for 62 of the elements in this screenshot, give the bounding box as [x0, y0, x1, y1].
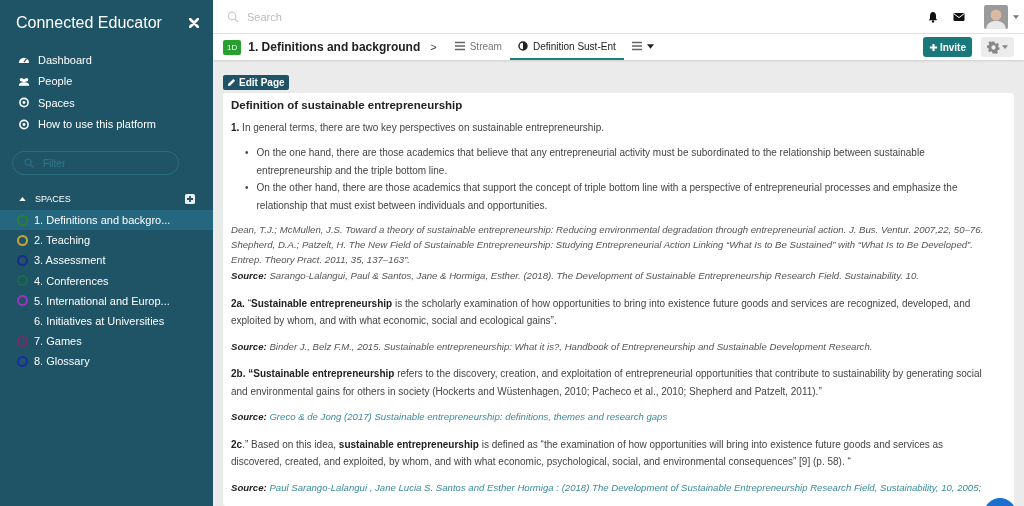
nav-item[interactable]: How to use this platform: [0, 113, 213, 135]
mail-icon[interactable]: [953, 11, 965, 22]
space-item[interactable]: 5. International and Europ...: [0, 290, 213, 311]
close-icon[interactable]: [189, 18, 199, 28]
source-text: Binder J., Belz F.M., 2015. Sustainable entrepreneurship: What it is?, Handbook of Entrepreneurship and Sustainable Development Research.: [269, 340, 873, 352]
bullet-marker: •: [245, 146, 249, 160]
people-icon: [18, 75, 30, 87]
half-circle-icon: [517, 41, 528, 51]
paragraph: 2b. “Sustainable entrepreneurship refers to the discovery, creation, and exploitation of entrepreneurial opportunities that contribute to sustainability by generating social and environmental gains for others in society (Hockerts and Wüstenhagen, 2010; Pacheco et al., 2010; Shepherd and Patzelt, 2011).”: [231, 367, 983, 399]
search-icon: [227, 10, 239, 23]
source-label: Source:: [231, 340, 267, 352]
collapse-icon[interactable]: [19, 197, 26, 201]
bell-icon[interactable]: [927, 10, 939, 23]
app-title: Connected Educator: [16, 14, 162, 32]
space-badge: 1D: [223, 39, 242, 55]
breadcrumb-separator: >: [430, 41, 437, 53]
bullet-text: On the other hand, there are those academics that support the concept of triple bottom line with a perspective of entrepreneurial processes and emphasize the relationship that must exist between individuals and opportunities.: [256, 181, 959, 213]
bullet-marker: •: [245, 181, 249, 195]
nav-item[interactable]: Dashboard: [0, 49, 213, 71]
tab[interactable]: Stream: [446, 34, 510, 60]
citation-line: Dean, T.J.; McMullen, J.S. Toward a theory of sustainable entrepreneurship: Reducing environmental degradation through entrepreneurial action. J. Bus. Ventur. 2007,22, 50–76.: [231, 223, 984, 237]
plus-icon: [928, 42, 938, 52]
nav-item[interactable]: Spaces: [0, 92, 213, 114]
source-link[interactable]: Greco & de Jong (2017) Sustainable entrepreneurship: definitions, themes and research gaps: [269, 411, 668, 422]
nav-item[interactable]: People: [0, 70, 213, 92]
bullet-text: On the one hand, there are those academics that believe that any entrepreneurial activity must be subordinated to the relationship between sustainable entrepreneurship and the triple bottom line.: [256, 146, 926, 178]
list-icon: [631, 41, 642, 51]
content-heading: Definition of sustainable entrepreneurship: [231, 98, 464, 113]
space-item[interactable]: 4. Conferences: [0, 270, 213, 291]
pencil-icon: [227, 78, 236, 87]
source-label: Source:: [231, 481, 267, 493]
settings-button[interactable]: [981, 37, 1014, 57]
caret-icon: [1002, 45, 1008, 49]
avatar[interactable]: [984, 4, 1008, 29]
space-item[interactable]: 6. Initiatives at Universities: [0, 310, 213, 332]
invite-button[interactable]: Invite: [922, 37, 972, 57]
citation-line: Entrep. Theory Pract. 2011, 35, 137–163”.: [231, 253, 412, 267]
caret-icon[interactable]: [1013, 14, 1019, 19]
target-icon: [18, 97, 30, 109]
space-item[interactable]: 2. Teaching: [0, 230, 213, 251]
space-item[interactable]: 3. Assessment: [0, 250, 213, 271]
list-icon: [454, 41, 465, 51]
section-heading: SPACES: [35, 194, 72, 204]
source-text: Sarango-Lalangui, Paul & Santos, Jane & Hormiga, Esther. (2018). The Development of Sustainable Entrepreneurship Research Field. Sustainability. 10.: [269, 270, 919, 281]
gear-icon: [987, 40, 1000, 54]
tab[interactable]: Definition Sust-Ent: [509, 34, 624, 60]
edit-page-button[interactable]: Edit Page: [223, 75, 289, 90]
space-item[interactable]: 7. Games: [0, 331, 213, 352]
target-icon: [18, 118, 30, 130]
source-label: Source:: [231, 411, 267, 422]
paragraph: 2c.” Based on this idea, sustainable entrepreneurship is defined as “the examination of how opportunities will bring into existence future goods and services as discovered, created, and exploited, by whom, and with what economic, psychological, social, and environmental consequences” [9] (p. 58). “: [231, 437, 945, 469]
citation-line: Shepherd, D.A.; Patzelt, H. The New Field of Sustainable Entrepreneurship: Studying Entrepreneurial Action Linking “What Is to Be Sustained” with “What Is to Be Developed”.: [231, 238, 974, 252]
paragraph: 1. In general terms, there are two key perspectives on sustainable entrepreneurship.: [231, 120, 605, 135]
caret-icon: [646, 43, 654, 49]
paragraph: 2a. “Sustainable entrepreneurship is the scholarly examination of how opportunities to bring into existence future goods and services are recognized, developed, and exploited by whom, and with what economic, social and ecological gains”.: [231, 296, 972, 328]
space-item[interactable]: 8. Glossary: [0, 351, 213, 372]
space-title: 1. Definitions and background: [248, 40, 421, 54]
add-icon[interactable]: [185, 194, 195, 204]
search-icon: [24, 158, 34, 168]
space-item[interactable]: 1. Definitions and backgro...: [0, 210, 213, 231]
source-label: Source:: [231, 270, 267, 281]
source-link[interactable]: Paul Sarango-Lalangui , Jane Lucia S. Santos and Esther Hormiga : (2018) The Development of Sustainable Entrepreneurship Research Field, Sustainability, 10, 2005;: [269, 481, 982, 493]
